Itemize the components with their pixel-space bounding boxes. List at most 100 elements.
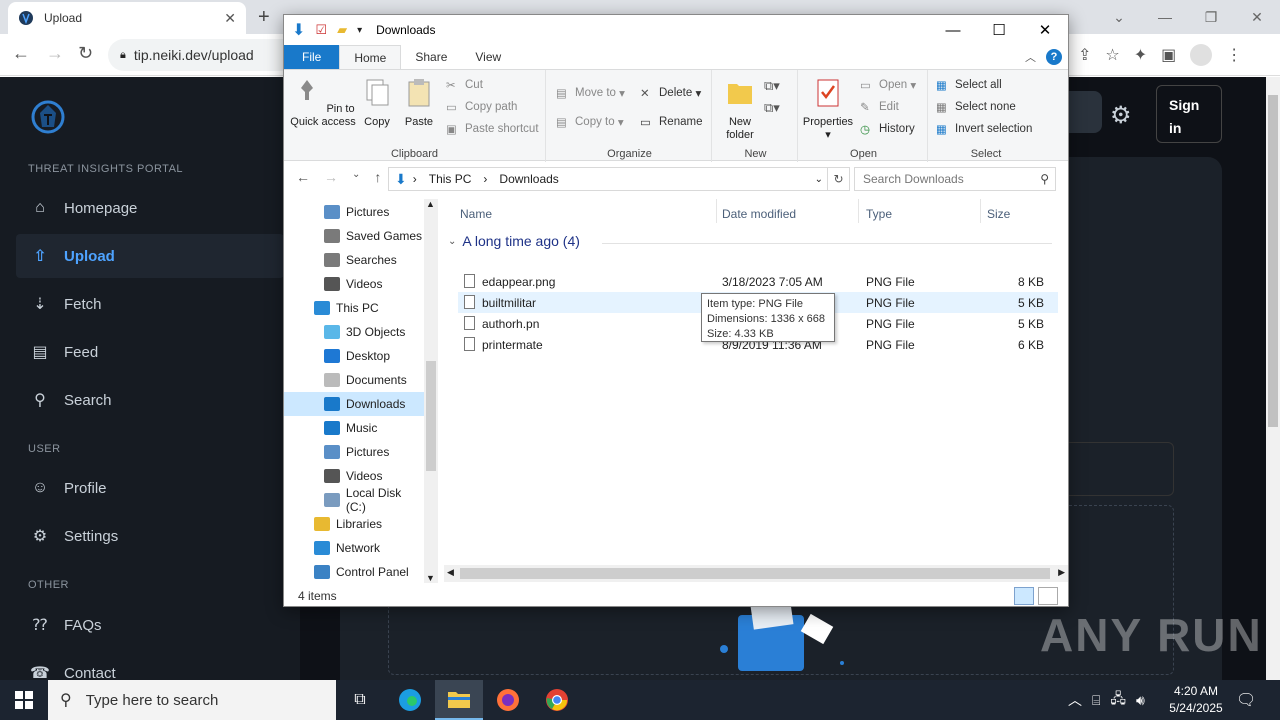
select-all-button[interactable]: ▦ Select all [936,78,1002,92]
invert-selection-button[interactable]: ▦ Invert selection [936,122,1032,136]
volume-icon[interactable]: 🔊︎ [1136,692,1145,709]
tree-item[interactable]: Searches [284,248,424,272]
copy-button[interactable]: Copy [360,76,394,129]
helmet-logo-icon[interactable] [30,99,66,135]
nav-settings[interactable]: ⚙ Settings [16,514,284,558]
paste-shortcut-button[interactable]: ▣ Paste shortcut [446,122,539,136]
nav-faqs[interactable]: ⁇ FAQs [16,603,284,647]
scroll-left-icon[interactable]: ◀ [447,567,454,578]
column-name[interactable]: Name [460,207,492,221]
taskbar-clock[interactable]: 4:20 AM 5/24/2025 [1166,683,1226,717]
new-item-icon[interactable]: ⧉▾ [764,78,780,94]
tab-search-icon[interactable]: ⌄ [1096,9,1142,26]
rename-button[interactable]: ▭ Rename [640,115,702,129]
tree-item[interactable]: Downloads [284,392,424,416]
browser-tab[interactable]: Upload ✕ [8,2,246,34]
tab-share[interactable]: Share [401,45,461,69]
start-button[interactable] [0,680,48,720]
share-icon[interactable]: ⇪ [1078,45,1091,65]
nav-feed[interactable]: ▤ Feed [16,330,284,374]
nav-pane-scroll-thumb[interactable] [426,361,436,471]
tree-item[interactable]: Videos [284,272,424,296]
extensions-icon[interactable]: ✦ [1134,45,1147,65]
tree-item[interactable]: Libraries [284,512,424,536]
properties-button[interactable]: Properties ▾ [800,76,856,142]
new-tab-button[interactable]: + [258,6,270,29]
reload-icon[interactable]: ↻ [78,43,93,64]
breadcrumb-downloads[interactable]: Downloads [499,172,558,186]
column-type[interactable]: Type [866,207,892,221]
tab-view[interactable]: View [461,45,515,69]
bookmark-star-icon[interactable]: ☆ [1105,45,1119,65]
tree-item[interactable]: Documents [284,368,424,392]
tab-file[interactable]: File [284,45,340,69]
column-separator[interactable] [980,199,981,223]
column-separator[interactable] [858,199,859,223]
breadcrumb-this-pc[interactable]: This PC [429,172,472,186]
chrome-taskbar-button[interactable] [533,680,581,720]
easy-access-icon[interactable]: ⧉▾ [764,100,780,116]
network-tray-icon[interactable]: 🖧︎ [1110,688,1126,712]
nav-upload[interactable]: ⇧ Upload [16,234,284,278]
sign-in-button[interactable]: Sign in [1156,85,1222,143]
help-icon[interactable]: ? [1046,49,1062,65]
h-scroll-thumb[interactable] [460,568,1050,579]
page-scrollbar-thumb[interactable] [1268,95,1278,427]
close-button[interactable]: ✕ [1022,15,1068,45]
nav-profile[interactable]: ☺ Profile [16,466,284,510]
select-none-button[interactable]: ▦ Select none [936,100,1016,114]
explorer-search-input[interactable]: Search Downloads ⚲ [854,167,1056,191]
minimize-button[interactable]: — [1142,9,1188,25]
tree-item[interactable]: Desktop [284,344,424,368]
tree-item[interactable]: 3D Objects [284,320,424,344]
details-view-icon[interactable] [1014,587,1034,605]
tree-item[interactable]: Pictures [284,440,424,464]
new-folder-button[interactable]: New folder [718,76,762,142]
forward-icon[interactable]: → [46,43,64,64]
tree-item[interactable]: Control Panel [284,560,424,583]
back-icon[interactable]: ← [296,169,310,185]
address-dropdown-icon[interactable]: ⌄ [815,174,823,185]
column-size[interactable]: Size [987,207,1010,221]
tree-item[interactable]: Local Disk (C:) [284,486,424,514]
tree-item[interactable]: This PC [284,296,424,320]
edit-button[interactable]: ✎ Edit [860,100,899,114]
profile-avatar-icon[interactable] [1190,44,1213,66]
collapse-ribbon-icon[interactable]: ︿ [1025,49,1036,65]
history-button[interactable]: ◷ History [860,122,915,136]
scroll-up-icon[interactable]: ▲ [426,199,435,209]
tab-close-icon[interactable]: ✕ [224,10,236,27]
nav-pane-scrollbar[interactable]: ▲ ▼ [424,199,438,583]
file-explorer-taskbar-button[interactable] [435,680,483,720]
file-row[interactable]: edappear.png 3/18/2023 7:05 AM PNG File 8 K… [458,271,1058,292]
tab-home[interactable]: Home [339,45,402,69]
tree-item[interactable]: Pictures [284,200,424,224]
refresh-icon[interactable]: ↻ [828,167,850,191]
maximize-button[interactable]: ☐ [976,15,1022,45]
tree-item[interactable]: Music [284,416,424,440]
close-button[interactable]: ✕ [1234,9,1280,26]
firefox-taskbar-button[interactable] [484,680,532,720]
pin-quick-access-button[interactable]: Pin to Quick access [290,76,356,129]
paste-button[interactable]: Paste [402,76,436,129]
qa-dropdown-icon[interactable]: ▾ [357,25,362,36]
gear-icon[interactable]: ⚙ [1110,101,1132,130]
copy-path-button[interactable]: ▭ Copy path [446,100,517,114]
tree-item[interactable]: Network [284,536,424,560]
edge-taskbar-button[interactable] [386,680,434,720]
task-view-button[interactable]: ⧉ [336,680,384,720]
up-icon[interactable]: ↑ [374,169,381,185]
forward-icon[interactable]: → [324,169,338,185]
properties-qa-icon[interactable]: ☑ [315,22,327,38]
column-date-modified[interactable]: Date modified [722,207,796,221]
nav-fetch[interactable]: ⇣ Fetch [16,282,284,326]
taskbar-search-box[interactable]: ⚲ Type here to search [48,680,336,720]
recent-dropdown-icon[interactable]: ⌄ [352,169,360,185]
side-panel-icon[interactable]: ▣ [1161,45,1176,65]
move-to-button[interactable]: ▤ Move to ▾ [556,86,625,100]
new-folder-qa-icon[interactable]: ▰ [337,22,347,38]
horizontal-scrollbar[interactable]: ◀ ▶ [444,565,1068,582]
delete-button[interactable]: ✕ Delete ▾ [640,86,701,100]
upload-input-field[interactable] [1060,442,1174,496]
column-separator[interactable] [716,199,717,223]
